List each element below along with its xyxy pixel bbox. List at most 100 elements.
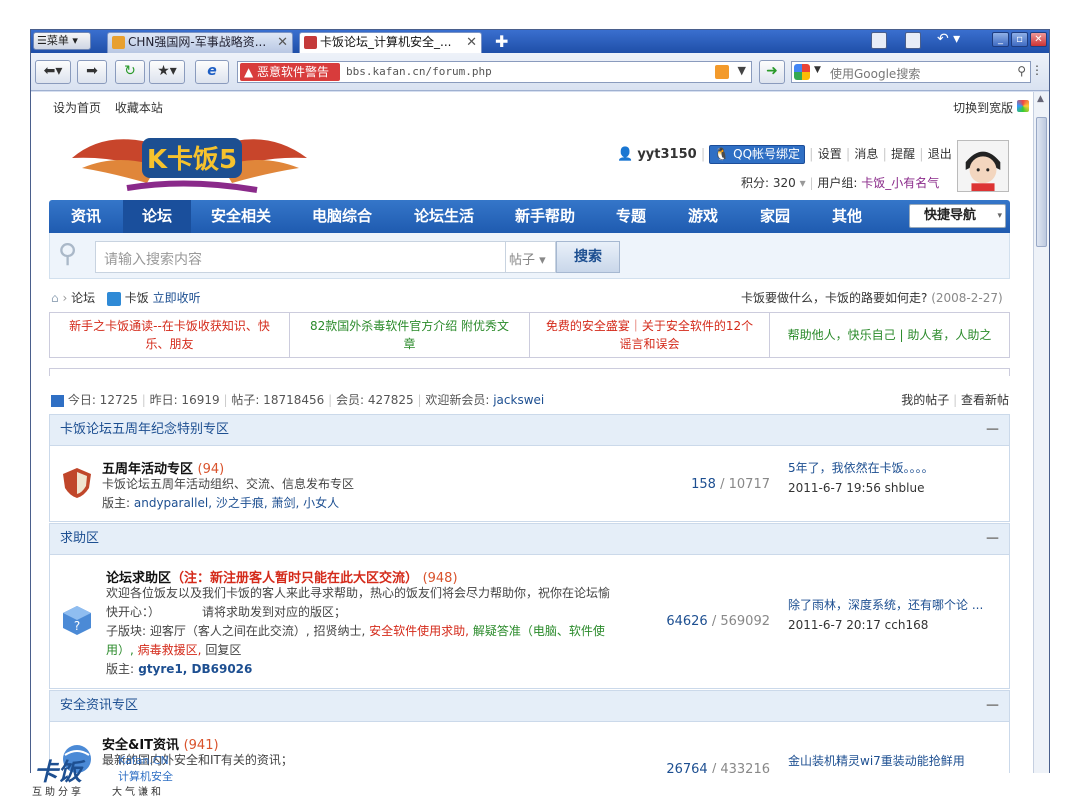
nav-home[interactable]: 家园 <box>739 200 811 233</box>
post-count: 10717 <box>728 477 770 492</box>
nav-other[interactable]: 其他 <box>811 200 883 233</box>
nav-security[interactable]: 安全相关 <box>191 200 291 233</box>
close-icon[interactable]: ✕ <box>277 33 288 52</box>
last-post-link[interactable]: 除了雨林，深度系统，还有哪个论 ... <box>788 598 983 612</box>
subforum-link[interactable]: 病毒救援区, <box>138 643 202 657</box>
search-button[interactable]: 搜索 <box>556 241 620 273</box>
ad-link[interactable]: 帮助他人，快乐自己 | 助人者，人助之 <box>770 313 1009 357</box>
new-tab-icon[interactable]: ✚ <box>495 32 508 51</box>
forum-stats: 今日: 12725 | 昨日: 16919 | 帖子: 18718456 | 会… <box>51 391 544 408</box>
kafan-watermark: 卡饭 Kafan.CN 计算机安全 互助分享 大气谦和 <box>30 752 190 800</box>
last-post-link[interactable]: 金山装机精灵wi7重装动能抢鲜用 <box>788 754 965 768</box>
subforum-link[interactable]: 解疑答准（电脑、软件使 <box>473 624 605 638</box>
wide-toggle[interactable]: 切换到宽版 <box>953 99 1029 116</box>
category-header[interactable]: 求助区 — <box>49 523 1010 555</box>
favorites-button[interactable]: ★▾ <box>149 60 185 84</box>
scroll-up-icon[interactable]: ▲ <box>1037 94 1044 104</box>
usergroup-value[interactable]: 卡饭_小有名气 <box>861 176 939 190</box>
maximize-icon[interactable]: ▫ <box>1011 32 1028 47</box>
forward-button[interactable]: ➡ <box>77 60 107 84</box>
minimize-icon[interactable]: _ <box>992 32 1009 47</box>
tab-chn[interactable]: CHN强国网-军事战略资... ✕ <box>107 32 293 53</box>
malware-warning[interactable]: ▲ 恶意软件警告 <box>240 63 340 81</box>
avatar-image <box>965 151 1001 191</box>
user-stats: 积分: 320 ▾ | 用户组: 卡饭_小有名气 <box>741 176 940 190</box>
new-member-link[interactable]: jackswei <box>493 393 544 407</box>
reminders-link[interactable]: 提醒 <box>891 147 915 161</box>
listen-link[interactable]: 立即收听 <box>153 291 201 305</box>
bookmark-link[interactable]: 收藏本站 <box>115 101 163 115</box>
more-icon[interactable]: ⋮ <box>1031 63 1043 77</box>
forum-search-input[interactable]: 请输入搜索内容 <box>95 241 506 273</box>
save-page-icon[interactable] <box>905 32 921 49</box>
subforum-link[interactable]: 安全软件使用求助, <box>369 624 469 638</box>
subforum-link[interactable]: 回复区 <box>205 643 241 657</box>
home-icon[interactable]: ⌂ <box>51 291 59 305</box>
nav-topics[interactable]: 专题 <box>595 200 667 233</box>
search-icon[interactable]: ⚲ <box>1017 64 1026 78</box>
qq-bind-button[interactable]: 🐧 QQ帐号绑定 <box>709 145 806 164</box>
mods-links[interactable]: gtyre1, DB69026 <box>138 662 252 676</box>
search-bar[interactable]: ▼ 使用Google搜索 ⚲ <box>791 61 1031 83</box>
kafan-logo[interactable]: K卡饭5 <box>67 128 312 198</box>
collapse-icon[interactable]: — <box>986 524 999 554</box>
last-post: 5年了，我依然在卡饭。。。。 2011-6-7 19:56 shblue <box>788 458 934 498</box>
breadcrumb-forum[interactable]: 论坛 <box>71 291 95 305</box>
nav-news[interactable]: 资讯 <box>49 200 123 233</box>
back-button[interactable]: ⬅▾ <box>35 60 71 84</box>
quick-nav-button[interactable]: 快捷导航 ▾ <box>909 204 1006 228</box>
settings-link[interactable]: 设置 <box>818 147 842 161</box>
nav-life[interactable]: 论坛生活 <box>393 200 495 233</box>
username[interactable]: yyt3150 <box>637 147 696 162</box>
category-header[interactable]: 安全资讯专区 — <box>49 690 1010 722</box>
address-bar[interactable]: ▲ 恶意软件警告 bbs.kafan.cn/forum.php ▼ <box>237 61 752 83</box>
messages-link[interactable]: 消息 <box>854 147 878 161</box>
collapse-icon[interactable]: — <box>986 415 999 445</box>
undo-icon[interactable]: ↶ ▾ <box>937 31 960 47</box>
tab-kafan[interactable]: 卡饭论坛_计算机安全_... ✕ <box>299 32 482 53</box>
rss-icon[interactable] <box>715 65 729 79</box>
category-header[interactable]: 卡饭论坛五周年纪念特别专区 — <box>49 414 1010 446</box>
ad-link[interactable]: 82款国外杀毒软件官方介绍 附优秀文章 <box>290 313 530 357</box>
nav-forum[interactable]: 论坛 <box>123 200 191 233</box>
mods-links[interactable]: andyparallel, 沙之手痕, 萧剑, 小女人 <box>134 496 339 510</box>
webpage: 设为首页 收藏本站 切换到宽版 K卡饭5 👤 yyt3150 | 🐧 QQ帐号绑… <box>31 92 1033 773</box>
forum-counts: 64626 / 569092 <box>666 614 770 629</box>
breadcrumb-kafan[interactable]: 卡饭 <box>125 291 149 305</box>
notice-link[interactable]: 卡饭要做什么，卡饭的路要如何走? <box>741 291 927 305</box>
nav-games[interactable]: 游戏 <box>667 200 739 233</box>
set-homepage-link[interactable]: 设为首页 <box>53 101 101 115</box>
chevron-down-icon[interactable]: ▼ <box>814 65 821 75</box>
search-type-select[interactable]: 帖子 ▾ <box>506 241 556 273</box>
weibo-icon <box>106 291 121 306</box>
last-post: 金山装机精灵wi7重装动能抢鲜用 <box>788 751 965 771</box>
scroll-thumb[interactable] <box>1036 117 1047 247</box>
mods-label: 版主: <box>106 662 135 676</box>
menu-button[interactable]: ☰菜单 ▾ <box>33 32 91 50</box>
svg-text:?: ? <box>74 619 80 633</box>
chevron-down-icon[interactable]: ▼ <box>738 64 746 77</box>
save-icon[interactable] <box>871 32 887 49</box>
nav-computer[interactable]: 电脑综合 <box>291 200 393 233</box>
subforum-link[interactable]: 用）, <box>106 643 134 657</box>
wide-label: 切换到宽版 <box>953 101 1014 115</box>
ad-link[interactable]: 免费的安全盛宴｜关于安全软件的12个谣言和误会 <box>530 313 770 357</box>
ie-icon[interactable]: e <box>195 60 229 84</box>
view-new-link[interactable]: 查看新帖 <box>961 393 1009 407</box>
ad-link[interactable]: 新手之卡饭通读--在卡饭收获知识、快乐、朋友 <box>50 313 290 357</box>
color-icon <box>1017 100 1029 112</box>
scrollbar[interactable]: ▲ <box>1033 92 1049 773</box>
avatar[interactable] <box>957 140 1009 192</box>
subforum-link[interactable]: 迎客厅（客人之间在此交流）, 招贤纳士, <box>150 624 365 638</box>
collapse-icon[interactable]: — <box>986 691 999 721</box>
my-posts-link[interactable]: 我的帖子 <box>901 393 949 407</box>
refresh-button[interactable]: ↻ <box>115 60 145 84</box>
nav-help[interactable]: 新手帮助 <box>495 200 595 233</box>
go-button[interactable]: ➜ <box>759 60 785 84</box>
points[interactable]: 积分: 320 <box>741 176 796 190</box>
logout-link[interactable]: 退出 <box>928 147 952 161</box>
last-post-link[interactable]: 5年了，我依然在卡饭。。。。 <box>788 461 934 475</box>
kafan-favicon <box>304 36 317 49</box>
close-window-icon[interactable]: ✕ <box>1030 32 1047 47</box>
close-icon[interactable]: ✕ <box>466 33 477 52</box>
